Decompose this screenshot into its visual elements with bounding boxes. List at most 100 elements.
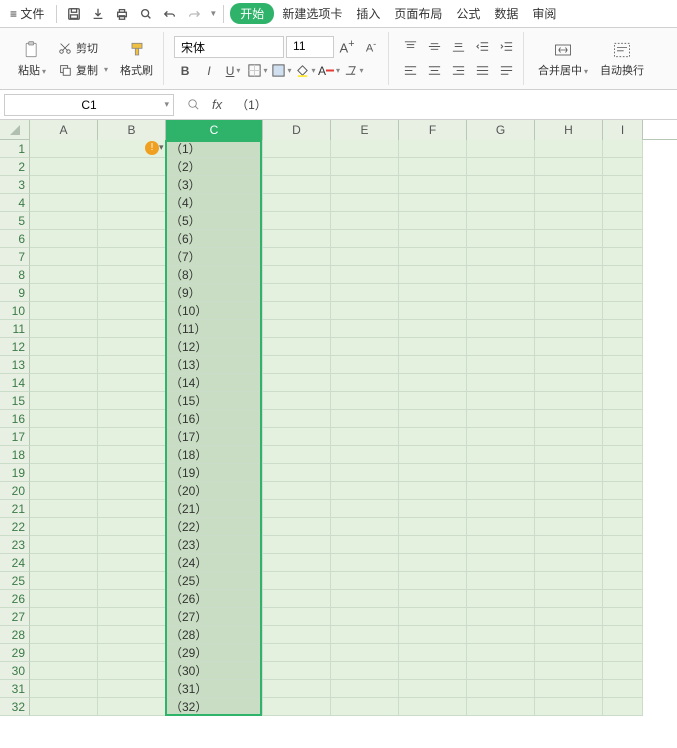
- cell-I11[interactable]: [603, 320, 643, 338]
- save-icon[interactable]: [63, 3, 85, 25]
- cell-B10[interactable]: [98, 302, 166, 320]
- cell-E8[interactable]: [331, 266, 399, 284]
- zoom-icon[interactable]: [182, 94, 204, 116]
- redo-icon[interactable]: [183, 3, 205, 25]
- cell-E6[interactable]: [331, 230, 399, 248]
- cell-A14[interactable]: [30, 374, 98, 392]
- row-header[interactable]: 29: [0, 644, 30, 662]
- row-header[interactable]: 15: [0, 392, 30, 410]
- cell-I30[interactable]: [603, 662, 643, 680]
- cell-B19[interactable]: [98, 464, 166, 482]
- select-all-corner[interactable]: [0, 120, 30, 140]
- cell-A16[interactable]: [30, 410, 98, 428]
- merge-center-button[interactable]: 合并居中▾: [534, 38, 592, 80]
- cell-C5[interactable]: （5）: [166, 212, 263, 230]
- cell-C7[interactable]: （7）: [166, 248, 263, 266]
- cell-E20[interactable]: [331, 482, 399, 500]
- font-size-select[interactable]: 11: [286, 36, 334, 58]
- cell-F1[interactable]: [399, 140, 467, 158]
- cell-D24[interactable]: [263, 554, 331, 572]
- cell-I15[interactable]: [603, 392, 643, 410]
- cell-F9[interactable]: [399, 284, 467, 302]
- row-header[interactable]: 6: [0, 230, 30, 248]
- cell-E25[interactable]: [331, 572, 399, 590]
- clear-format-button[interactable]: ▾: [342, 60, 364, 82]
- cell-G26[interactable]: [467, 590, 535, 608]
- cell-H7[interactable]: [535, 248, 603, 266]
- cell-D11[interactable]: [263, 320, 331, 338]
- row-header[interactable]: 2: [0, 158, 30, 176]
- tab-start[interactable]: 开始: [230, 3, 274, 24]
- cell-C19[interactable]: （19）: [166, 464, 263, 482]
- cell-F2[interactable]: [399, 158, 467, 176]
- cell-D13[interactable]: [263, 356, 331, 374]
- cell-A10[interactable]: [30, 302, 98, 320]
- cell-C30[interactable]: （30）: [166, 662, 263, 680]
- column-header-A[interactable]: A: [30, 120, 98, 140]
- cell-G13[interactable]: [467, 356, 535, 374]
- cell-C6[interactable]: （6）: [166, 230, 263, 248]
- cell-B11[interactable]: [98, 320, 166, 338]
- cell-B32[interactable]: [98, 698, 166, 716]
- fx-label[interactable]: fx: [212, 97, 222, 112]
- cell-F24[interactable]: [399, 554, 467, 572]
- cell-B8[interactable]: [98, 266, 166, 284]
- column-header-D[interactable]: D: [263, 120, 331, 140]
- cell-C23[interactable]: （23）: [166, 536, 263, 554]
- cell-H22[interactable]: [535, 518, 603, 536]
- cell-E15[interactable]: [331, 392, 399, 410]
- cell-A30[interactable]: [30, 662, 98, 680]
- row-header[interactable]: 20: [0, 482, 30, 500]
- column-header-F[interactable]: F: [399, 120, 467, 140]
- cell-B17[interactable]: [98, 428, 166, 446]
- cell-D18[interactable]: [263, 446, 331, 464]
- cell-C4[interactable]: （4）: [166, 194, 263, 212]
- cell-B16[interactable]: [98, 410, 166, 428]
- cell-C13[interactable]: （13）: [166, 356, 263, 374]
- cell-C18[interactable]: （18）: [166, 446, 263, 464]
- cell-H13[interactable]: [535, 356, 603, 374]
- cell-G1[interactable]: [467, 140, 535, 158]
- cell-D15[interactable]: [263, 392, 331, 410]
- cell-F7[interactable]: [399, 248, 467, 266]
- column-header-B[interactable]: B: [98, 120, 166, 140]
- cell-C16[interactable]: （16）: [166, 410, 263, 428]
- formula-input[interactable]: [230, 98, 673, 112]
- cell-G4[interactable]: [467, 194, 535, 212]
- cell-A12[interactable]: [30, 338, 98, 356]
- cell-D8[interactable]: [263, 266, 331, 284]
- row-header[interactable]: 4: [0, 194, 30, 212]
- cell-C20[interactable]: （20）: [166, 482, 263, 500]
- cell-E26[interactable]: [331, 590, 399, 608]
- cell-E5[interactable]: [331, 212, 399, 230]
- cell-D6[interactable]: [263, 230, 331, 248]
- cell-B7[interactable]: [98, 248, 166, 266]
- tab-insert[interactable]: 插入: [350, 3, 386, 24]
- cell-I25[interactable]: [603, 572, 643, 590]
- cut-button[interactable]: 剪切: [54, 38, 112, 58]
- cell-A24[interactable]: [30, 554, 98, 572]
- cell-I22[interactable]: [603, 518, 643, 536]
- cell-C29[interactable]: （29）: [166, 644, 263, 662]
- cell-G9[interactable]: [467, 284, 535, 302]
- cell-F30[interactable]: [399, 662, 467, 680]
- underline-button[interactable]: U▾: [222, 60, 244, 82]
- cell-I28[interactable]: [603, 626, 643, 644]
- cell-F4[interactable]: [399, 194, 467, 212]
- cell-E11[interactable]: [331, 320, 399, 338]
- tab-data[interactable]: 数据: [488, 3, 524, 24]
- cell-G12[interactable]: [467, 338, 535, 356]
- undo-icon[interactable]: [159, 3, 181, 25]
- tab-review[interactable]: 审阅: [526, 3, 562, 24]
- cell-A27[interactable]: [30, 608, 98, 626]
- cell-D12[interactable]: [263, 338, 331, 356]
- cell-F28[interactable]: [399, 626, 467, 644]
- cell-B6[interactable]: [98, 230, 166, 248]
- cell-I19[interactable]: [603, 464, 643, 482]
- cell-H19[interactable]: [535, 464, 603, 482]
- cell-H27[interactable]: [535, 608, 603, 626]
- cell-D30[interactable]: [263, 662, 331, 680]
- cell-H29[interactable]: [535, 644, 603, 662]
- cell-G6[interactable]: [467, 230, 535, 248]
- cell-I24[interactable]: [603, 554, 643, 572]
